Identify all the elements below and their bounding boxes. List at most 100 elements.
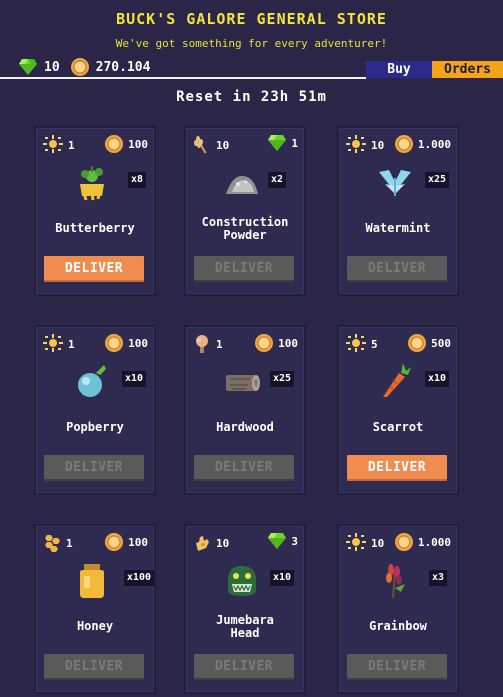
- item-qty-badge: x8: [127, 172, 146, 188]
- reward-qty: 100: [278, 336, 298, 350]
- deliver-button[interactable]: DELIVER: [194, 256, 294, 282]
- reward: 100: [254, 333, 298, 353]
- order-card: 10 1.000 x25 Watermint DELIVER: [337, 126, 459, 296]
- reward: 1.000: [394, 532, 451, 552]
- popberry-icon: [72, 361, 112, 401]
- reset-timer: Reset in 23h 51m: [176, 89, 327, 105]
- deliver-button[interactable]: DELIVER: [194, 455, 294, 481]
- requirement: 5: [345, 334, 378, 354]
- deliver-button[interactable]: DELIVER: [347, 455, 447, 481]
- requirement: 1: [42, 135, 75, 155]
- butterberry-icon: [72, 162, 112, 202]
- coin-icon: [394, 134, 414, 154]
- item-name: Honey: [76, 619, 114, 633]
- log-icon: [222, 361, 262, 401]
- item-qty-badge: x10: [269, 570, 294, 586]
- reward: 100: [104, 134, 148, 154]
- requirement-qty: 10: [216, 138, 230, 152]
- deliver-button[interactable]: DELIVER: [347, 654, 447, 680]
- gem-count: 10: [44, 59, 60, 75]
- item-qty-badge: x2: [267, 172, 286, 188]
- deliver-button[interactable]: DELIVER: [347, 256, 447, 282]
- deliver-button[interactable]: DELIVER: [44, 256, 144, 282]
- sun-flower-icon: [345, 135, 367, 155]
- reward: 100: [104, 532, 148, 552]
- carrot-icon: [375, 361, 415, 401]
- requirement-qty: 1: [216, 337, 223, 351]
- reward-qty: 100: [128, 535, 148, 549]
- wheat-icon: [192, 135, 212, 155]
- requirement-qty: 1: [68, 337, 75, 351]
- order-card: 10 1 x2 Construction Powder DELIVER: [184, 126, 306, 296]
- gem-icon: [18, 58, 38, 76]
- sun-flower-icon: [345, 533, 367, 553]
- coin-icon: [407, 333, 427, 353]
- requirement: 10: [345, 135, 384, 155]
- item-name: Butterberry: [55, 221, 135, 235]
- requirement: 10: [192, 533, 229, 553]
- item-qty-badge: x25: [424, 172, 449, 188]
- order-card: 1 100 x10 Popberry DELIVER: [34, 325, 156, 495]
- coin-icon: [104, 333, 124, 353]
- grainbow-icon: [375, 560, 415, 600]
- reward-qty: 1.000: [417, 535, 451, 549]
- tab-orders[interactable]: Orders: [432, 61, 503, 78]
- tab-buy[interactable]: Buy: [366, 61, 432, 78]
- item-name: Hardwood: [216, 420, 274, 434]
- reward: 100: [104, 333, 148, 353]
- deliver-button[interactable]: DELIVER: [44, 455, 144, 481]
- reward-qty: 100: [128, 336, 148, 350]
- coin-icon: [254, 333, 274, 353]
- order-card: 10 1.000 x3 Grainbow DELIVER: [337, 524, 459, 694]
- reward-qty: 500: [431, 336, 451, 350]
- item-qty-badge: x3: [428, 570, 447, 586]
- requirement: 1: [42, 334, 75, 354]
- coin-icon: [104, 532, 124, 552]
- sun-flower-icon: [345, 334, 367, 354]
- deliver-button[interactable]: DELIVER: [44, 654, 144, 680]
- reward: 1: [267, 134, 298, 152]
- requirement: 1: [192, 334, 223, 354]
- requirement-qty: 10: [371, 536, 385, 550]
- deliver-button[interactable]: DELIVER: [194, 654, 294, 680]
- reward-qty: 1: [291, 136, 298, 150]
- order-card: 5 500 x10 Scarrot DELIVER: [337, 325, 459, 495]
- requirement: 1: [42, 533, 73, 553]
- requirement-qty: 10: [371, 138, 385, 152]
- item-name: Construction Powder: [201, 215, 289, 242]
- item-name: Scarrot: [372, 420, 424, 434]
- item-name: Jumebara Head: [216, 613, 274, 640]
- item-qty-badge: x25: [269, 371, 294, 387]
- reward: 3: [267, 532, 298, 550]
- order-card: 10 3 x10 Jumebara Head DELIVER: [184, 524, 306, 694]
- tree-icon: [192, 334, 212, 354]
- requirement-qty: 1: [68, 138, 75, 152]
- item-qty-badge: x10: [121, 371, 146, 387]
- reward: 1.000: [394, 134, 451, 154]
- sun-flower-icon: [42, 334, 64, 354]
- creature-head-icon: [222, 560, 262, 600]
- item-name: Grainbow: [369, 619, 427, 633]
- hand-icon: [192, 533, 212, 553]
- order-card: 1 100 x100 Honey DELIVER: [34, 524, 156, 694]
- coin-icon: [70, 57, 90, 77]
- currency-bar: 10 270.104: [18, 57, 150, 77]
- item-name: Watermint: [365, 221, 431, 235]
- item-name: Popberry: [66, 420, 124, 434]
- gem-icon: [267, 134, 287, 152]
- gem-icon: [267, 532, 287, 550]
- reward-qty: 3: [291, 534, 298, 548]
- coin-icon: [104, 134, 124, 154]
- store-title: BUCK'S GALORE GENERAL STORE: [116, 10, 387, 28]
- coin-icon: [394, 532, 414, 552]
- honey-jar-icon: [72, 560, 112, 600]
- item-qty-badge: x10: [424, 371, 449, 387]
- item-qty-badge: x100: [123, 570, 154, 586]
- requirement-qty: 10: [216, 536, 230, 550]
- order-card: 1 100 x25 Hardwood DELIVER: [184, 325, 306, 495]
- honeycomb-icon: [42, 533, 62, 553]
- requirement: 10: [192, 135, 229, 155]
- order-card: 1 100 x8 Butterberry DELIVER: [34, 126, 156, 296]
- requirement-qty: 1: [66, 536, 73, 550]
- requirement-qty: 5: [371, 337, 378, 351]
